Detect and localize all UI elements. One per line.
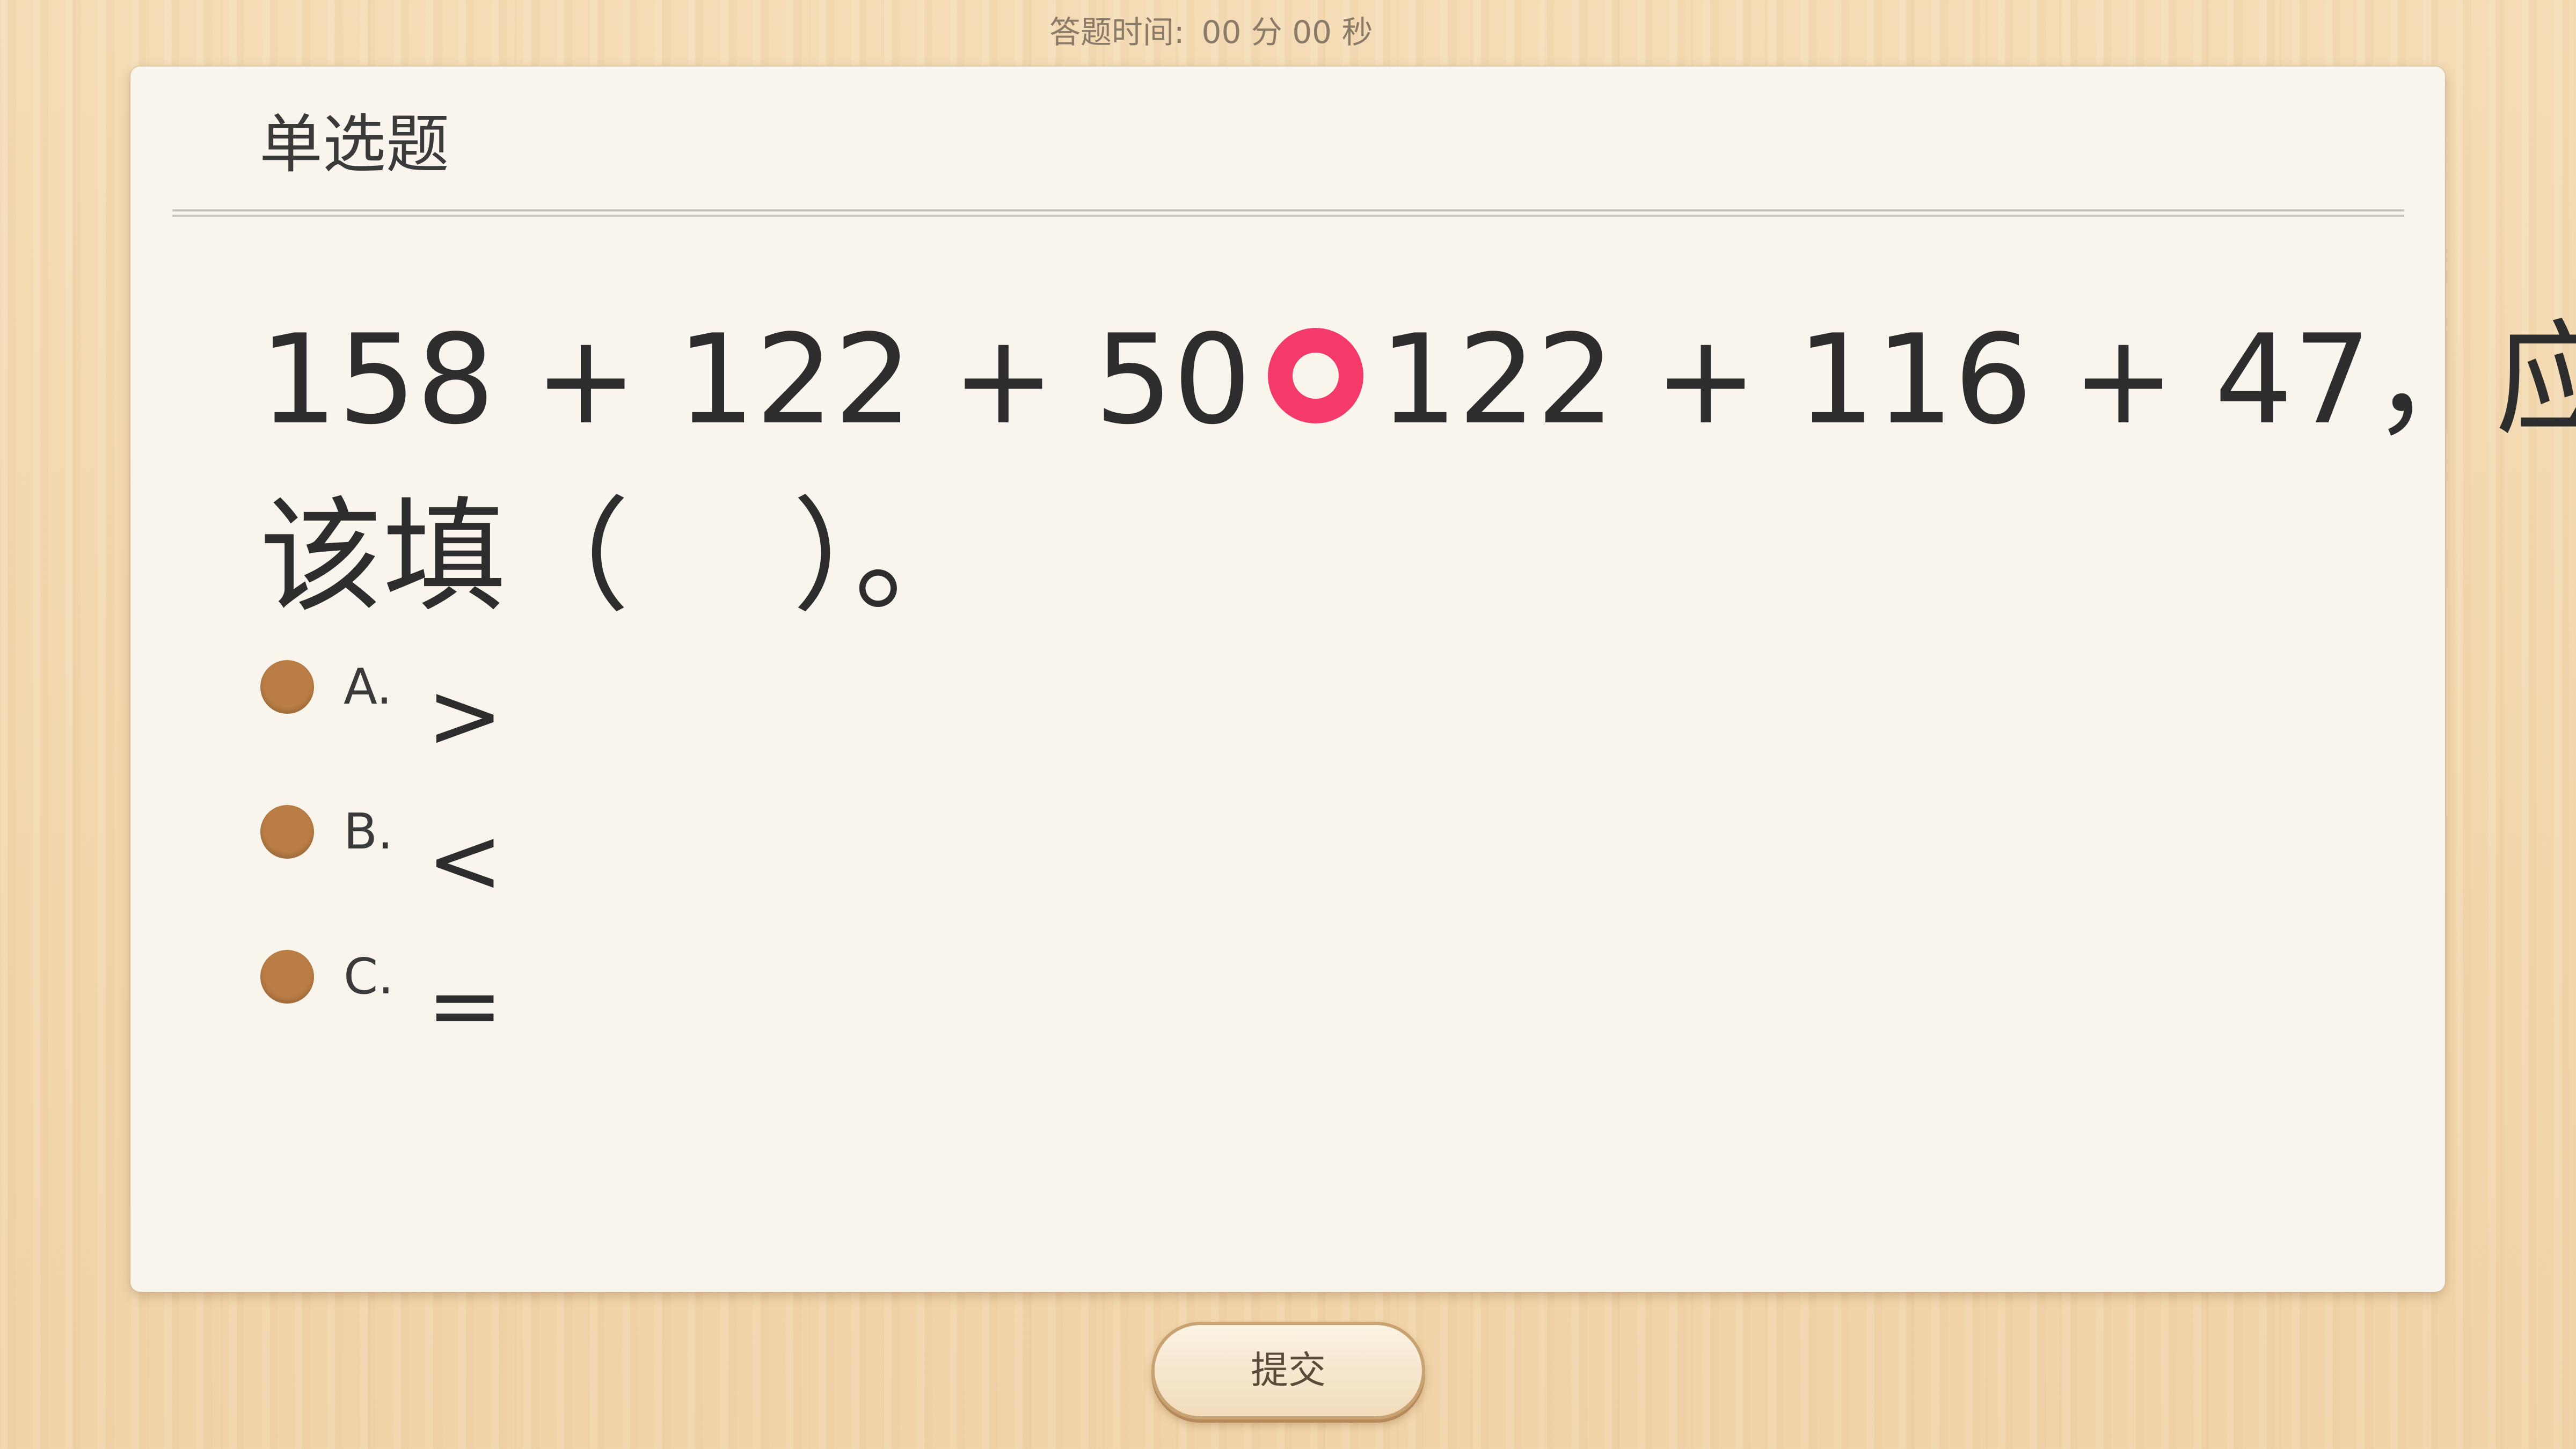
- timer-minutes: 00: [1201, 14, 1242, 50]
- option-text: <: [427, 808, 503, 914]
- question-line-1: 158 + 122 + 50 122 + 116 + 47，应: [259, 292, 2576, 469]
- option-c[interactable]: C. =: [260, 936, 743, 1081]
- timer-label: 答题时间:: [1049, 14, 1185, 50]
- option-letter: C.: [344, 948, 394, 1005]
- submit-button[interactable]: 提交: [1151, 1322, 1425, 1419]
- blank-circle-icon: [1267, 328, 1363, 423]
- option-a[interactable]: A. >: [260, 646, 743, 791]
- option-text: >: [427, 663, 503, 769]
- question-left-expression: 158 + 122 + 50: [259, 309, 1252, 452]
- question-right-expression: 122 + 116 + 47，应: [1379, 309, 2576, 452]
- timer-minutes-unit: 分: [1251, 14, 1282, 50]
- option-letter: A.: [344, 658, 392, 715]
- radio-dot-icon[interactable]: [260, 660, 314, 714]
- timer-seconds-unit: 秒: [1341, 14, 1373, 50]
- answer-timer: 答题时间: 00 分 00 秒: [1049, 10, 1373, 55]
- radio-dot-icon[interactable]: [260, 950, 314, 1004]
- option-letter: B.: [344, 803, 393, 860]
- options-list: A. > B. < C. =: [260, 646, 743, 1081]
- radio-dot-icon[interactable]: [260, 805, 314, 859]
- option-text: =: [427, 953, 503, 1059]
- timer-seconds: 00: [1292, 14, 1332, 50]
- title-divider: [172, 209, 2404, 217]
- question-line-2: 该填（ ）。: [259, 486, 978, 629]
- option-b[interactable]: B. <: [260, 791, 743, 936]
- question-stem: 158 + 122 + 50 122 + 116 + 47，应 该填（ ）。: [259, 292, 2576, 646]
- question-card: 单选题 158 + 122 + 50 122 + 116 + 47，应 该填（ ）…: [130, 67, 2576, 1292]
- question-type-title: 单选题: [259, 107, 450, 181]
